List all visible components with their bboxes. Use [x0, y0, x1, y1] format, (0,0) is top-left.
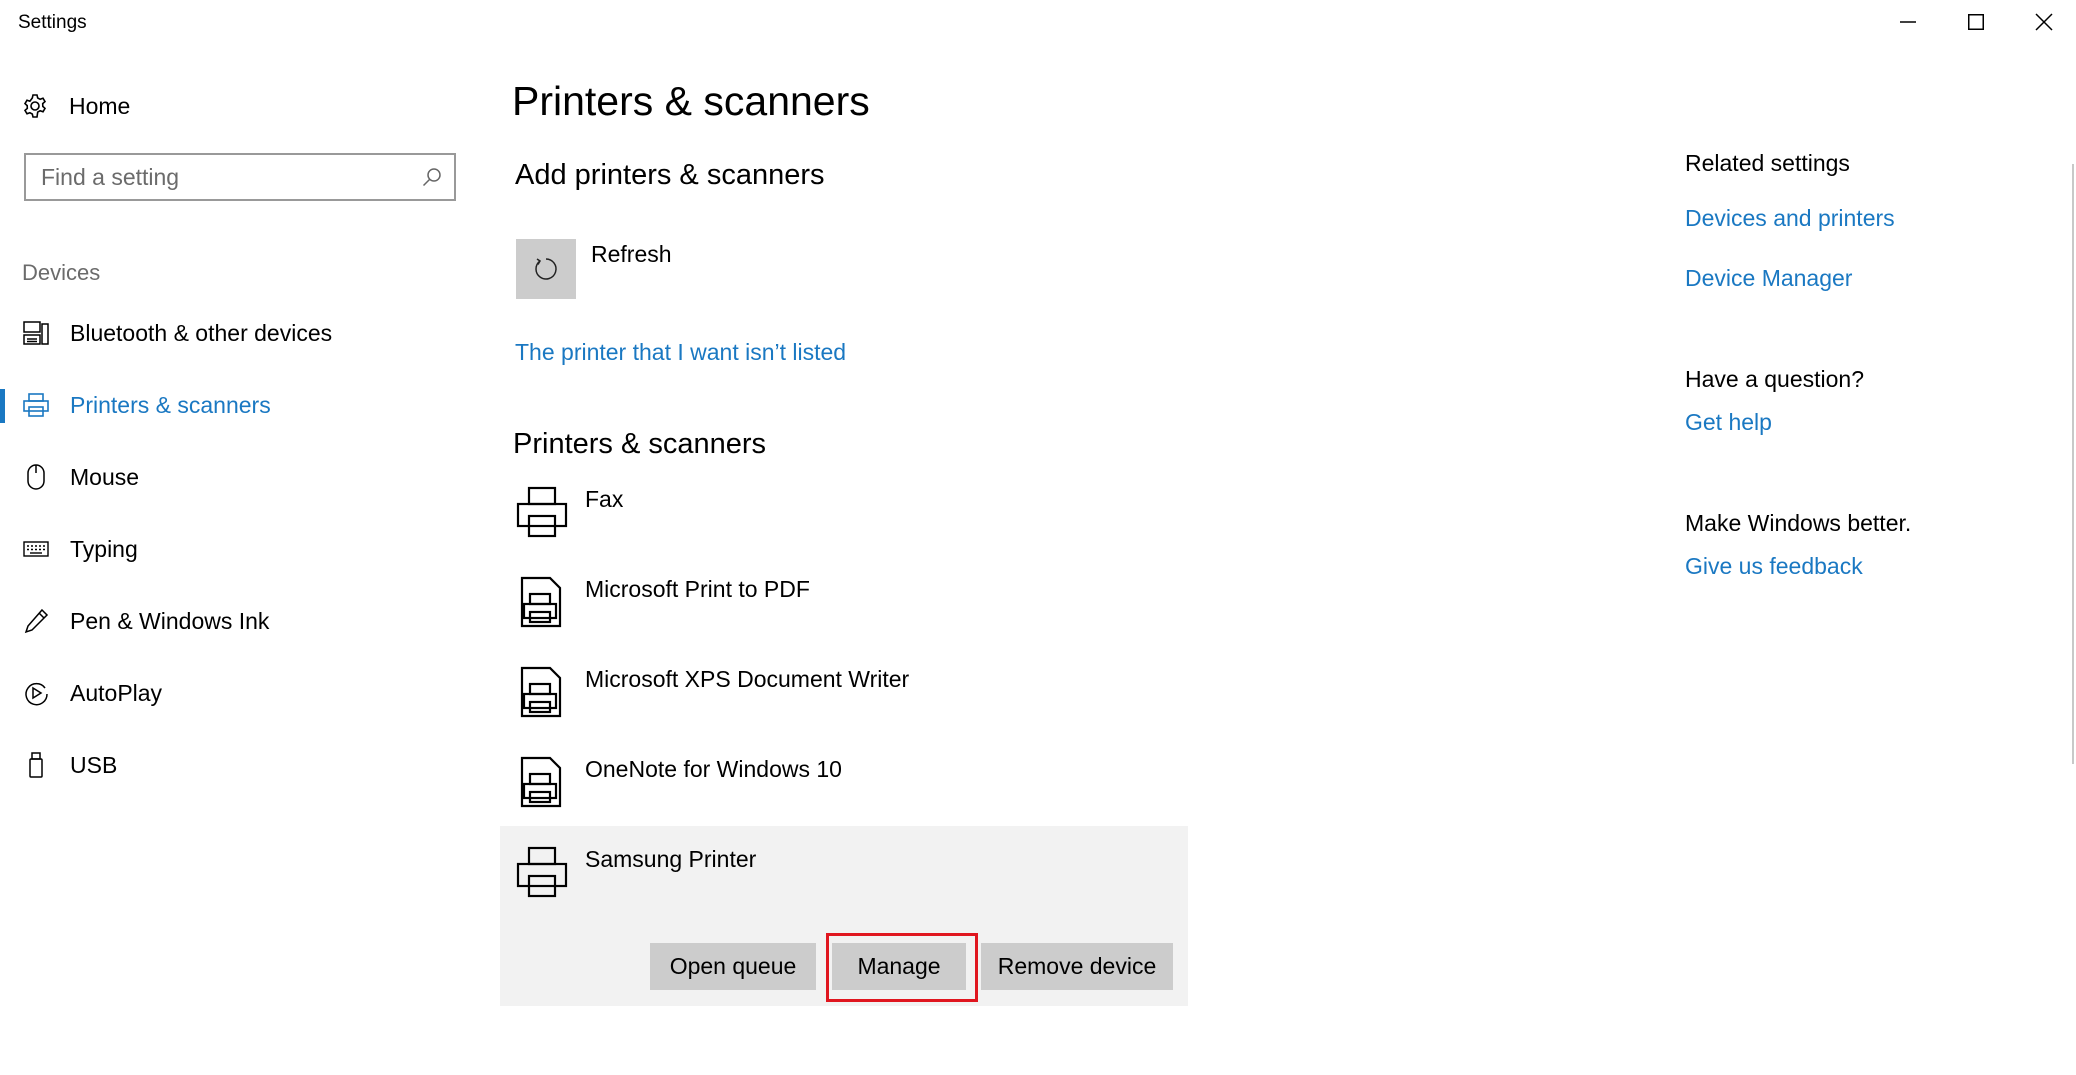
nav-item-label: AutoPlay: [70, 679, 163, 706]
remove-device-button[interactable]: Remove device: [981, 943, 1173, 990]
device-name: Microsoft XPS Document Writer: [585, 666, 910, 692]
refresh-label[interactable]: Refresh: [591, 241, 672, 268]
minimize-icon: [1900, 21, 1916, 23]
document-printer-icon: [520, 666, 562, 718]
maximize-button[interactable]: [1942, 0, 2010, 44]
nav-item-mouse[interactable]: Mouse: [0, 451, 470, 503]
device-manager-link[interactable]: Device Manager: [1685, 265, 1852, 292]
give-feedback-link[interactable]: Give us feedback: [1685, 553, 1863, 580]
nav-item-label: Pen & Windows Ink: [70, 607, 270, 634]
refresh-icon: [535, 258, 557, 280]
nav-item-label: Typing: [70, 535, 138, 562]
document-printer-icon: [520, 756, 562, 808]
mouse-icon: [27, 464, 45, 490]
device-name: Microsoft Print to PDF: [585, 576, 810, 602]
printer-icon: [516, 846, 568, 898]
search-input[interactable]: [41, 161, 411, 193]
home-nav-item[interactable]: Home: [22, 88, 130, 124]
open-queue-button[interactable]: Open queue: [650, 943, 816, 990]
nav-item-pen[interactable]: Pen & Windows Ink: [0, 595, 470, 647]
home-label: Home: [69, 92, 131, 119]
search-box[interactable]: [24, 153, 456, 201]
nav-item-usb[interactable]: USB: [0, 739, 470, 791]
printer-icon: [23, 393, 49, 417]
nav-item-label: Printers & scanners: [70, 391, 271, 418]
device-name: Fax: [585, 486, 624, 512]
nav-item-typing[interactable]: Typing: [0, 523, 470, 575]
close-icon: [2035, 13, 2053, 31]
window-title: Settings: [18, 12, 87, 33]
device-item-fax[interactable]: Fax: [500, 486, 1188, 576]
question-title: Have a question?: [1685, 366, 1865, 392]
device-name: Samsung Printer: [585, 846, 757, 872]
device-item-xps-writer[interactable]: Microsoft XPS Document Writer: [500, 666, 1188, 756]
nav-item-label: USB: [70, 751, 118, 778]
page-title: Printers & scanners: [512, 78, 870, 124]
nav-item-bluetooth[interactable]: Bluetooth & other devices: [0, 307, 470, 359]
autoplay-icon: [25, 682, 48, 706]
device-item-print-to-pdf[interactable]: Microsoft Print to PDF: [500, 576, 1188, 666]
minimize-button[interactable]: [1874, 0, 1942, 44]
nav-item-autoplay[interactable]: AutoPlay: [0, 667, 470, 719]
scrollbar[interactable]: [2072, 164, 2074, 764]
manage-button[interactable]: Manage: [832, 943, 966, 990]
devices-and-printers-link[interactable]: Devices and printers: [1685, 205, 1895, 232]
maximize-icon: [1968, 14, 1984, 30]
get-help-link[interactable]: Get help: [1685, 409, 1772, 436]
search-icon[interactable]: [422, 167, 442, 187]
printers-list-heading: Printers & scanners: [513, 428, 767, 460]
nav-group-label: Devices: [22, 260, 101, 285]
add-section-heading: Add printers & scanners: [515, 159, 825, 191]
feedback-title: Make Windows better.: [1685, 510, 1912, 536]
pen-icon: [24, 608, 49, 634]
refresh-button[interactable]: [516, 239, 576, 299]
nav-item-label: Bluetooth & other devices: [70, 319, 333, 346]
related-settings-title: Related settings: [1685, 150, 1850, 176]
usb-icon: [29, 752, 43, 778]
nav-item-label: Mouse: [70, 463, 140, 490]
device-name: OneNote for Windows 10: [585, 756, 842, 782]
keyboard-icon: [23, 541, 49, 557]
nav-item-printers[interactable]: Printers & scanners: [0, 379, 470, 431]
close-button[interactable]: [2010, 0, 2076, 44]
bluetooth-devices-icon: [23, 321, 49, 345]
printer-icon: [516, 486, 568, 538]
document-printer-icon: [520, 576, 562, 628]
printer-not-listed-link[interactable]: The printer that I want isn’t listed: [515, 339, 846, 366]
gear-icon: [23, 94, 47, 118]
